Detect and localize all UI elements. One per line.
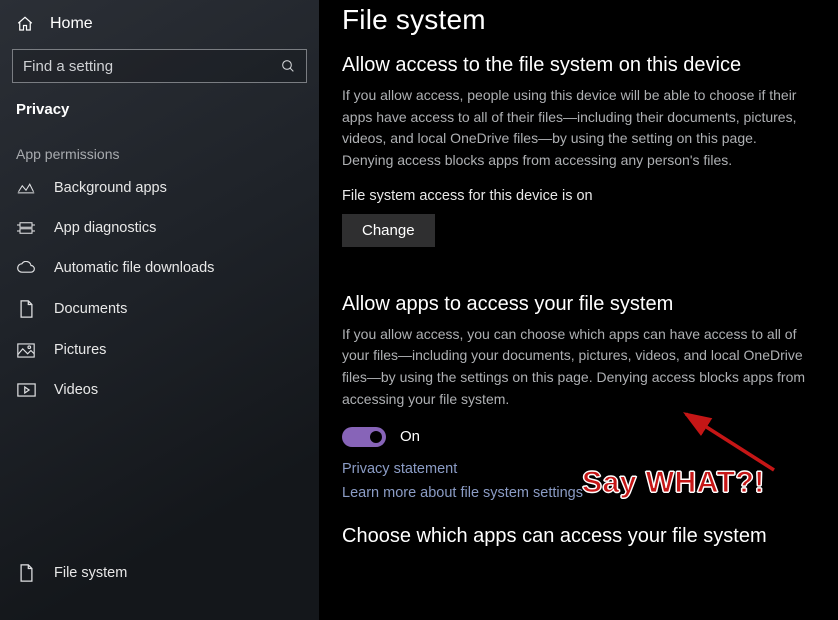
document-icon	[16, 564, 36, 582]
sidebar-item-label: Background apps	[54, 180, 167, 196]
sidebar-item-app-diagnostics[interactable]: App diagnostics	[0, 208, 319, 248]
sidebar-item-pictures[interactable]: Pictures	[0, 330, 319, 370]
home-icon	[16, 15, 34, 33]
sidebar-item-label: File system	[54, 565, 127, 581]
sidebar-item-label: Automatic file downloads	[54, 260, 214, 276]
sidebar-item-label: App diagnostics	[54, 220, 156, 236]
search-input[interactable]	[23, 58, 280, 75]
sidebar-item-label: Documents	[54, 301, 127, 317]
category-privacy: Privacy	[0, 95, 319, 132]
sidebar-item-file-system[interactable]: File system	[0, 552, 319, 594]
change-button[interactable]: Change	[342, 214, 435, 247]
pictures-icon	[16, 343, 36, 358]
home-button[interactable]: Home	[0, 10, 319, 43]
group-label-app-permissions: App permissions	[0, 132, 319, 168]
learn-more-link[interactable]: Learn more about file system settings	[342, 485, 816, 501]
page-title: File system	[342, 4, 816, 36]
diagnostics-icon	[16, 221, 36, 235]
search-icon	[280, 58, 296, 74]
home-label: Home	[50, 15, 93, 33]
sidebar-item-videos[interactable]: Videos	[0, 370, 319, 410]
section-body-device-access: If you allow access, people using this d…	[342, 85, 812, 172]
privacy-statement-link[interactable]: Privacy statement	[342, 461, 816, 477]
section-heading-apps-access: Allow apps to access your file system	[342, 293, 816, 316]
section-heading-choose-apps: Choose which apps can access your file s…	[342, 525, 816, 548]
sidebar-item-background-apps[interactable]: Background apps	[0, 168, 319, 208]
device-access-status: File system access for this device is on	[342, 188, 816, 204]
apps-access-toggle-label: On	[400, 428, 420, 445]
sidebar-item-automatic-file-downloads[interactable]: Automatic file downloads	[0, 248, 319, 288]
sidebar-item-label: Videos	[54, 382, 98, 398]
videos-icon	[16, 383, 36, 397]
search-box[interactable]	[12, 49, 307, 83]
sidebar-item-documents[interactable]: Documents	[0, 288, 319, 330]
section-body-apps-access: If you allow access, you can choose whic…	[342, 324, 812, 411]
sidebar-item-label: Pictures	[54, 342, 106, 358]
section-heading-device-access: Allow access to the file system on this …	[342, 54, 816, 77]
document-icon	[16, 300, 36, 318]
apps-access-toggle[interactable]	[342, 427, 386, 447]
background-apps-icon	[16, 181, 36, 195]
cloud-icon	[16, 261, 36, 275]
